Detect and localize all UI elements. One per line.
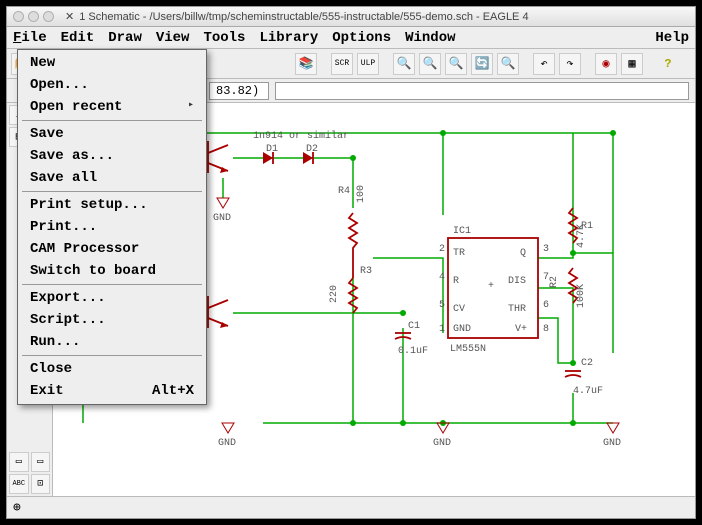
- svg-text:D1: D1: [266, 144, 278, 155]
- file-save-all[interactable]: Save all: [18, 167, 206, 189]
- titlebar: ✕ 1 Schematic - /Users/billw/tmp/schemin…: [7, 7, 695, 27]
- doc-icon: ✕: [65, 10, 74, 23]
- svg-text:5: 5: [439, 300, 445, 311]
- tool-b-icon[interactable]: ▭: [31, 452, 51, 472]
- file-run[interactable]: Run...: [18, 331, 206, 353]
- menu-options[interactable]: Options: [332, 30, 391, 46]
- svg-text:0.1uF: 0.1uF: [398, 346, 428, 357]
- redo-icon[interactable]: ↷: [559, 53, 581, 75]
- menu-tools[interactable]: Tools: [203, 30, 245, 46]
- svg-text:R2: R2: [549, 276, 560, 288]
- svg-text:7: 7: [543, 272, 549, 283]
- svg-text:Q: Q: [520, 248, 526, 259]
- svg-text:V+: V+: [515, 324, 527, 335]
- menu-separator: [22, 355, 202, 356]
- zoom-redraw-icon[interactable]: 🔄: [471, 53, 493, 75]
- svg-text:4.7uF: 4.7uF: [573, 386, 603, 397]
- submenu-arrow-icon: ▸: [188, 99, 194, 115]
- file-open[interactable]: Open...: [18, 74, 206, 96]
- tool-c-icon[interactable]: ABC: [9, 474, 29, 494]
- menu-separator: [22, 120, 202, 121]
- svg-text:220: 220: [329, 285, 340, 303]
- help-icon[interactable]: ?: [657, 53, 679, 75]
- zoom-target-icon[interactable]: ⊕: [13, 500, 21, 515]
- svg-text:DIS: DIS: [508, 276, 526, 287]
- svg-text:100K: 100K: [576, 284, 587, 308]
- ulp-icon[interactable]: ULP: [357, 53, 379, 75]
- menu-edit[interactable]: Edit: [61, 30, 95, 46]
- undo-icon[interactable]: ↶: [533, 53, 555, 75]
- zoom-out-icon[interactable]: 🔍: [445, 53, 467, 75]
- zoom-select-icon[interactable]: 🔍: [497, 53, 519, 75]
- file-print[interactable]: Print...: [18, 216, 206, 238]
- menu-file[interactable]: File: [13, 30, 47, 46]
- file-close[interactable]: Close: [18, 358, 206, 380]
- svg-text:8: 8: [543, 324, 549, 335]
- svg-text:+: +: [488, 281, 494, 292]
- svg-text:GND: GND: [218, 438, 236, 449]
- svg-text:GND: GND: [433, 438, 451, 449]
- menubar: File Edit Draw View Tools Library Option…: [7, 27, 695, 49]
- menu-window[interactable]: Window: [405, 30, 455, 46]
- svg-text:GND: GND: [603, 438, 621, 449]
- svg-text:R4: R4: [338, 186, 350, 197]
- svg-text:C1: C1: [408, 321, 420, 332]
- svg-text:6: 6: [543, 300, 549, 311]
- file-new[interactable]: New: [18, 52, 206, 74]
- coordinate-readout: 83.82): [209, 82, 269, 100]
- exit-accelerator: Alt+X: [152, 383, 194, 399]
- scr-icon[interactable]: SCR: [331, 53, 353, 75]
- menu-library[interactable]: Library: [259, 30, 318, 46]
- menu-help[interactable]: Help: [655, 30, 689, 46]
- tool-a-icon[interactable]: ▭: [9, 452, 29, 472]
- status-bar: ⊕: [7, 496, 695, 518]
- svg-text:TR: TR: [453, 248, 465, 259]
- svg-text:4.7K: 4.7K: [576, 224, 587, 248]
- file-cam[interactable]: CAM Processor: [18, 238, 206, 260]
- file-menu-dropdown: New Open... Open recent▸ Save Save as...…: [17, 49, 207, 405]
- diode-label: 1n914 or similar: [253, 130, 349, 142]
- svg-text:CV: CV: [453, 304, 465, 315]
- svg-text:R3: R3: [360, 266, 372, 277]
- menu-draw[interactable]: Draw: [108, 30, 142, 46]
- file-export[interactable]: Export...: [18, 287, 206, 309]
- svg-text:GND: GND: [213, 213, 231, 224]
- command-input[interactable]: [275, 82, 689, 100]
- svg-text:R: R: [453, 276, 459, 287]
- svg-text:1: 1: [439, 324, 445, 335]
- svg-text:100: 100: [356, 185, 367, 203]
- zoom-fit-icon[interactable]: 🔍: [393, 53, 415, 75]
- stop-icon[interactable]: ◉: [595, 53, 617, 75]
- zoom-window-button[interactable]: [43, 11, 54, 22]
- svg-text:THR: THR: [508, 304, 526, 315]
- window-controls: [13, 11, 54, 22]
- svg-text:IC1: IC1: [453, 226, 471, 237]
- file-save-as[interactable]: Save as...: [18, 145, 206, 167]
- file-save[interactable]: Save: [18, 123, 206, 145]
- file-script[interactable]: Script...: [18, 309, 206, 331]
- svg-text:D2: D2: [306, 144, 318, 155]
- svg-text:C2: C2: [581, 358, 593, 369]
- svg-text:4: 4: [439, 272, 445, 283]
- svg-text:3: 3: [543, 244, 549, 255]
- library-pick-icon[interactable]: 📚: [295, 53, 317, 75]
- svg-text:LM555N: LM555N: [450, 344, 486, 355]
- app-window: ✕ 1 Schematic - /Users/billw/tmp/schemin…: [6, 6, 696, 519]
- minimize-window-button[interactable]: [28, 11, 39, 22]
- file-print-setup[interactable]: Print setup...: [18, 194, 206, 216]
- go-icon[interactable]: ▦: [621, 53, 643, 75]
- file-exit[interactable]: ExitAlt+X: [18, 380, 206, 402]
- close-window-button[interactable]: [13, 11, 24, 22]
- file-open-recent[interactable]: Open recent▸: [18, 96, 206, 118]
- svg-text:2: 2: [439, 244, 445, 255]
- svg-text:GND: GND: [453, 324, 471, 335]
- tool-d-icon[interactable]: ⊡: [31, 474, 51, 494]
- window-title: 1 Schematic - /Users/billw/tmp/scheminst…: [79, 11, 689, 23]
- menu-separator: [22, 191, 202, 192]
- zoom-in-icon[interactable]: 🔍: [419, 53, 441, 75]
- menu-view[interactable]: View: [156, 30, 190, 46]
- file-switch-board[interactable]: Switch to board: [18, 260, 206, 282]
- menu-separator: [22, 284, 202, 285]
